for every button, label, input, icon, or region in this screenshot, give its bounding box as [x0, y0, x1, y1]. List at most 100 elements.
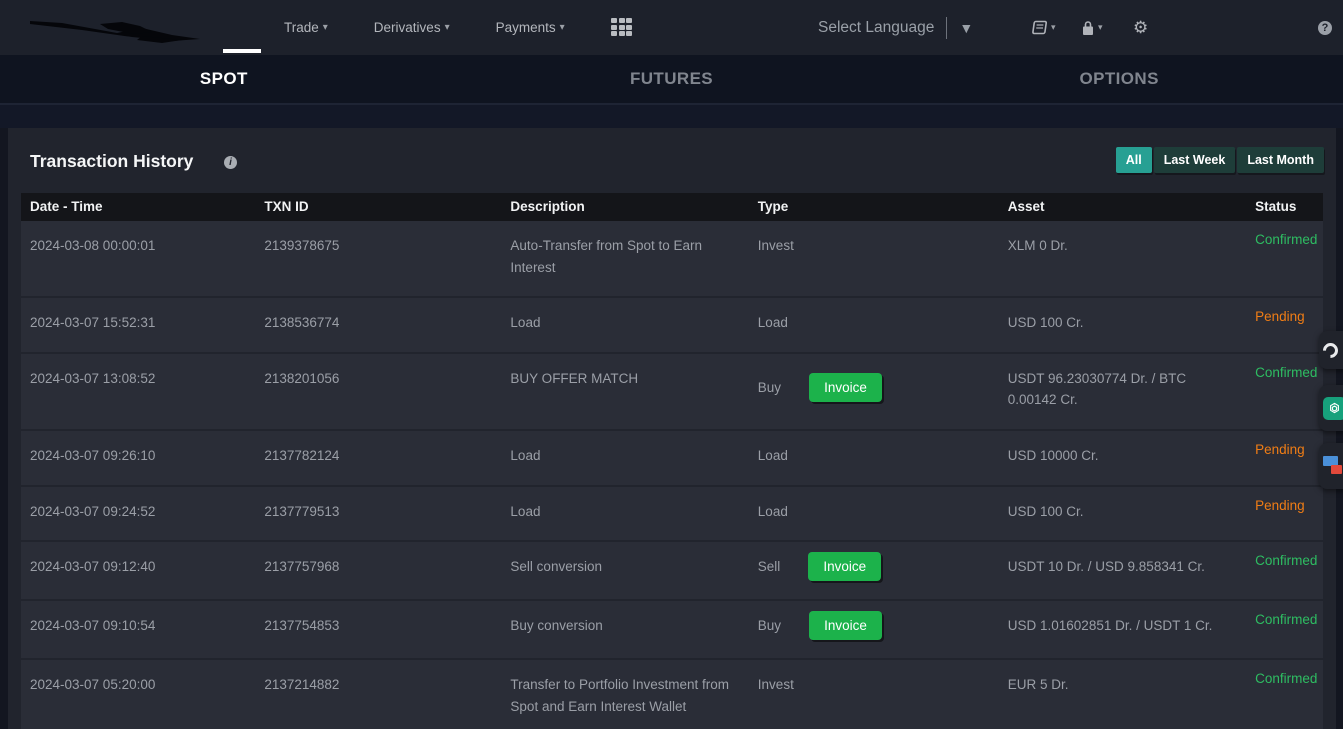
security-menu[interactable]: ▾ — [1081, 0, 1103, 55]
cell-date: 2024-03-07 15:52:31 — [21, 298, 255, 352]
type-label: Buy — [758, 377, 781, 399]
gear-icon: ⚙ — [1133, 18, 1148, 38]
active-nav-indicator — [223, 49, 261, 53]
chevron-down-icon: ▾ — [560, 22, 565, 33]
language-dropdown-icon[interactable]: ▼ — [959, 20, 973, 36]
cell-date: 2024-03-07 09:10:54 — [21, 601, 255, 658]
type-label: Load — [758, 315, 788, 330]
invoice-button[interactable]: Invoice — [809, 611, 882, 640]
divider — [946, 17, 947, 39]
cell-description: Buy conversion — [501, 601, 748, 658]
status-badge: Confirmed — [1255, 365, 1317, 380]
cell-description: Transfer to Portfolio Investment from Sp… — [501, 660, 748, 729]
cell-asset: EUR 5 Dr. — [999, 660, 1246, 729]
nav-derivatives[interactable]: Derivatives ▾ — [374, 20, 450, 35]
cell-description: Sell conversion — [501, 542, 748, 599]
table-row: 2024-03-07 09:26:102137782124LoadLoadUSD… — [21, 431, 1323, 485]
cell-date: 2024-03-08 00:00:01 — [21, 221, 255, 296]
tab-options[interactable]: OPTIONS — [895, 55, 1343, 103]
passbook-menu[interactable]: ▾ — [1032, 0, 1056, 55]
filter-all-button[interactable]: All — [1116, 147, 1152, 173]
cell-type: Invest — [749, 660, 999, 729]
cell-status: Confirmed — [1246, 660, 1323, 729]
status-badge: Confirmed — [1255, 671, 1317, 686]
cell-txn-id: 2137782124 — [255, 431, 501, 485]
cell-description: Load — [501, 298, 748, 352]
col-header-type: Type — [749, 193, 999, 221]
cell-asset: USD 100 Cr. — [999, 487, 1246, 541]
cell-type: Load — [749, 431, 999, 485]
col-header-asset: Asset — [999, 193, 1246, 221]
help-button[interactable]: ? — [1318, 0, 1332, 55]
table-row: 2024-03-07 05:20:002137214882Transfer to… — [21, 660, 1323, 729]
transactions-table: Date - Time TXN ID Description Type Asse… — [21, 193, 1323, 729]
status-badge: Confirmed — [1255, 612, 1317, 627]
invoice-button[interactable]: Invoice — [809, 373, 882, 402]
cell-txn-id: 2137779513 — [255, 487, 501, 541]
cell-asset: USD 10000 Cr. — [999, 431, 1246, 485]
chevron-down-icon: ▾ — [1098, 22, 1103, 33]
nav-trade[interactable]: Trade ▾ — [284, 20, 328, 35]
table-body: 2024-03-08 00:00:012139378675Auto-Transf… — [21, 221, 1323, 729]
cell-description: Load — [501, 431, 748, 485]
top-navbar: Trade ▾ Derivatives ▾ Payments ▾ Select … — [0, 0, 1343, 55]
table-header-row: Date - Time TXN ID Description Type Asse… — [21, 193, 1323, 221]
cell-type: Load — [749, 298, 999, 352]
status-badge: Confirmed — [1255, 553, 1317, 568]
help-icon: ? — [1318, 21, 1332, 35]
edge-widget[interactable] — [1319, 331, 1343, 369]
cell-date: 2024-03-07 09:24:52 — [21, 487, 255, 541]
lock-icon — [1081, 20, 1095, 36]
nav-payments[interactable]: Payments ▾ — [496, 20, 565, 35]
cell-txn-id: 2137757968 — [255, 542, 501, 599]
filter-last-month-button[interactable]: Last Month — [1237, 147, 1324, 173]
brand-logo[interactable] — [22, 10, 207, 48]
nav-derivatives-label: Derivatives — [374, 20, 441, 35]
col-header-txn-id: TXN ID — [255, 193, 501, 221]
col-header-date: Date - Time — [21, 193, 255, 221]
main-nav: Trade ▾ Derivatives ▾ Payments ▾ — [284, 0, 565, 55]
cell-asset: USD 1.01602851 Dr. / USDT 1 Cr. — [999, 601, 1246, 658]
type-label: Sell — [758, 556, 781, 578]
cell-asset: USD 100 Cr. — [999, 298, 1246, 352]
cell-description: Load — [501, 487, 748, 541]
info-icon[interactable]: i — [224, 156, 237, 169]
invoice-button[interactable]: Invoice — [808, 552, 881, 581]
cell-status: Confirmed — [1246, 354, 1323, 429]
cell-type: Load — [749, 487, 999, 541]
tab-futures[interactable]: FUTURES — [448, 55, 896, 103]
chevron-down-icon: ▾ — [323, 22, 328, 33]
cell-status: Confirmed — [1246, 542, 1323, 599]
cell-date: 2024-03-07 09:26:10 — [21, 431, 255, 485]
settings-button[interactable]: ⚙ — [1133, 0, 1148, 55]
tabbar-lower-band — [0, 103, 1343, 128]
status-badge: Pending — [1255, 498, 1305, 513]
passbook-icon — [1032, 20, 1048, 35]
cell-txn-id: 2137754853 — [255, 601, 501, 658]
cell-type: Buy Invoice — [749, 354, 999, 429]
transaction-history-panel: Transaction History i All Last Week Last… — [8, 128, 1336, 729]
edge-widget[interactable] — [1319, 443, 1343, 489]
table-row: 2024-03-07 09:10:542137754853Buy convers… — [21, 601, 1323, 658]
page-title: Transaction History — [30, 151, 193, 172]
edge-widget[interactable] — [1319, 385, 1343, 431]
nav-trade-label: Trade — [284, 20, 319, 35]
col-header-status: Status — [1246, 193, 1323, 221]
filter-last-week-button[interactable]: Last Week — [1154, 147, 1236, 173]
apps-grid-icon[interactable] — [611, 18, 633, 38]
language-selector[interactable]: Select Language ▼ — [818, 0, 973, 55]
cell-type: Invest — [749, 221, 999, 296]
col-header-description: Description — [501, 193, 748, 221]
cell-asset: USDT 96.23030774 Dr. / BTC 0.00142 Cr. — [999, 354, 1246, 429]
table-row: 2024-03-07 13:08:522138201056BUY OFFER M… — [21, 354, 1323, 429]
cell-date: 2024-03-07 13:08:52 — [21, 354, 255, 429]
cell-txn-id: 2137214882 — [255, 660, 501, 729]
tab-spot[interactable]: SPOT — [0, 55, 448, 103]
market-tabbar: SPOT FUTURES OPTIONS — [0, 55, 1343, 103]
chevron-down-icon: ▾ — [445, 22, 450, 33]
cell-txn-id: 2138536774 — [255, 298, 501, 352]
cell-status: Pending — [1246, 487, 1323, 541]
chatgpt-icon — [1323, 397, 1343, 420]
cell-date: 2024-03-07 09:12:40 — [21, 542, 255, 599]
type-label: Invest — [758, 238, 794, 253]
